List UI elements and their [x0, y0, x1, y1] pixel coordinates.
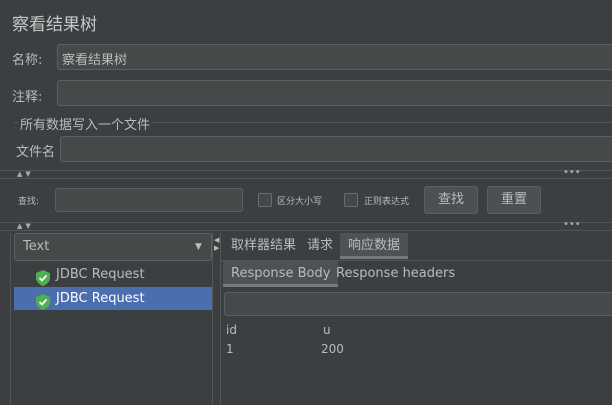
response-header-id: id [226, 323, 237, 337]
tab-response-headers[interactable]: Response headers [328, 261, 463, 287]
search-input[interactable] [55, 188, 243, 212]
name-label: 名称: [12, 53, 43, 68]
find-button[interactable]: 查找 [424, 186, 478, 214]
reset-button[interactable]: 重置 [487, 186, 541, 214]
vertical-divider [212, 233, 213, 405]
chevron-down-icon: ▼ [195, 242, 202, 252]
name-field[interactable]: 察看结果树 [57, 44, 612, 70]
write-all-label: 所有数据写入一个文件 [18, 114, 153, 133]
case-sensitive-label: 区分大小写 [277, 197, 323, 207]
filename-label: 文件名 [16, 145, 56, 160]
tree-item-label: JDBC Request [56, 267, 145, 282]
case-sensitive-checkbox[interactable] [258, 193, 272, 207]
splitter-bottom [0, 178, 612, 179]
renderer-select-value: Text [23, 239, 50, 254]
tab-response-body[interactable]: Response Body [223, 261, 339, 287]
splitter2-grip-icon[interactable]: ••• [563, 219, 581, 230]
tree-item-label: JDBC Request [56, 291, 145, 306]
tab-request[interactable]: 请求 [299, 233, 341, 259]
tab-response-data[interactable]: 响应数据 [340, 233, 409, 259]
splitter2-arrows-icon[interactable]: ▲▼ [17, 222, 34, 230]
splitter-top [0, 170, 612, 171]
splitter2-top [0, 222, 612, 223]
tree-item[interactable]: JDBC Request [14, 263, 212, 286]
tree-item-selected[interactable]: JDBC Request [14, 287, 212, 310]
vertical-divider-2 [220, 233, 221, 405]
response-cell-id: 1 [226, 342, 234, 356]
shield-check-icon [36, 266, 50, 289]
response-search-input[interactable] [224, 292, 612, 316]
filename-field[interactable] [60, 136, 612, 162]
left-panel-border [10, 233, 11, 405]
page-title: 察看结果树 [12, 15, 97, 35]
comment-label: 注释: [12, 90, 43, 105]
collapse-arrows-icon[interactable]: ◀ ▶ [214, 236, 219, 252]
splitter-grip-icon[interactable]: ••• [563, 167, 581, 178]
renderer-select[interactable]: Text ▼ [14, 233, 212, 261]
response-header-u: u [323, 323, 331, 337]
splitter-arrows-icon[interactable]: ▲▼ [17, 170, 34, 178]
regex-label: 正则表达式 [364, 197, 410, 207]
regex-checkbox[interactable] [344, 193, 358, 207]
tab-sampler-result[interactable]: 取样器结果 [223, 233, 304, 259]
shield-check-icon [36, 290, 50, 313]
response-cell-u: 200 [321, 342, 344, 356]
splitter2-bottom [0, 230, 612, 231]
comment-field[interactable] [57, 80, 612, 106]
search-label: 查找: [18, 197, 40, 207]
